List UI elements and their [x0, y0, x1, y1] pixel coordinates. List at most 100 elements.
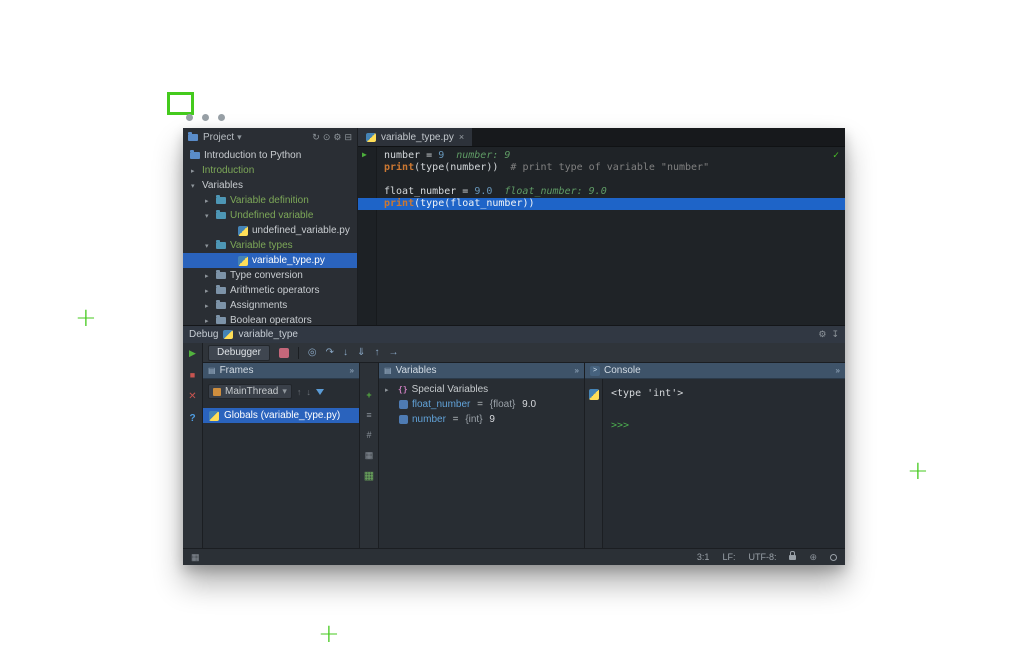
close-session-button[interactable]: ✕: [188, 391, 196, 402]
python-file-icon: [223, 330, 233, 339]
expand-arrow-icon[interactable]: ▸: [205, 197, 216, 205]
add-watch-icon[interactable]: +: [366, 391, 371, 400]
resume-button[interactable]: ▶: [189, 348, 196, 359]
thread-dropdown[interactable]: MainThread ▾: [208, 384, 292, 399]
tree-item-variables[interactable]: ▾ Variables: [183, 178, 357, 193]
encoding-indicator[interactable]: UTF-8:: [748, 552, 776, 562]
variables-icon: ▤: [384, 366, 392, 375]
pin-icon[interactable]: ▦: [365, 451, 374, 460]
help-button[interactable]: ?: [189, 413, 195, 424]
thread-icon: [213, 388, 221, 396]
tree-item-variable-type-file[interactable]: variable_type.py: [183, 253, 357, 268]
step-into-icon[interactable]: ↓: [343, 348, 348, 358]
console-tab-icon[interactable]: [279, 348, 289, 358]
toolwindow-switcher-icon[interactable]: ▦: [191, 553, 200, 562]
variables-header[interactable]: ▤ Variables »: [379, 363, 584, 379]
tree-item-boolean-operators[interactable]: ▸ Boolean operators: [183, 313, 357, 325]
tree-item-root[interactable]: Introduction to Python: [183, 148, 357, 163]
tree-item-undefined-variable[interactable]: ▾ Undefined variable: [183, 208, 357, 223]
project-tree: Introduction to Python ▸ Introduction ▾ …: [183, 147, 357, 325]
special-variables-row[interactable]: ▸ {} Special Variables: [379, 382, 584, 397]
step-over-icon[interactable]: ↷: [326, 348, 334, 358]
show-execution-point-icon[interactable]: ◎: [308, 348, 317, 358]
plus-decoration: +: [318, 621, 340, 647]
hide-panel-icon[interactable]: ↧: [831, 330, 839, 339]
tab-variable-type[interactable]: variable_type.py ×: [358, 128, 472, 146]
window-control-dot[interactable]: [218, 114, 225, 121]
expand-arrow-icon[interactable]: ▸: [205, 272, 216, 280]
tab-close-icon[interactable]: ×: [459, 132, 464, 142]
code-line: number = 9number: 9: [358, 150, 845, 162]
next-frame-icon[interactable]: ↓: [306, 387, 311, 397]
console-output-line: <type 'int'>: [611, 387, 683, 401]
python-console-icon[interactable]: [589, 389, 599, 400]
window-control-dot[interactable]: [186, 114, 193, 121]
expand-arrow-icon[interactable]: ▸: [205, 317, 216, 325]
code-editor[interactable]: ▶ number = 9number: 9 print(type(number)…: [358, 147, 845, 325]
tree-item-undefined-variable-file[interactable]: undefined_variable.py: [183, 223, 357, 238]
globe-icon[interactable]: ⊕: [809, 553, 817, 562]
variable-row-float-number[interactable]: float_number = {float} 9.0: [379, 397, 584, 412]
project-caret-icon[interactable]: ▾: [237, 133, 242, 142]
collapse-all-icon[interactable]: ⊟: [344, 133, 352, 142]
menu-icon[interactable]: ≡: [366, 411, 371, 420]
previous-frame-icon[interactable]: ↑: [297, 387, 302, 397]
code-line-current: print(type(float_number)): [358, 198, 845, 210]
gear-icon[interactable]: ⚙: [818, 330, 826, 339]
filter-icon[interactable]: [316, 389, 324, 395]
green-square-decoration: [167, 92, 194, 115]
panel-options-icon[interactable]: »: [836, 366, 840, 375]
console-output[interactable]: <type 'int'> >>>: [603, 379, 691, 548]
frames-header[interactable]: ▤ Frames »: [203, 363, 359, 379]
plus-decoration: +: [75, 305, 97, 331]
gear-icon[interactable]: ⚙: [333, 133, 341, 142]
frames-item-globals[interactable]: Globals (variable_type.py): [203, 408, 359, 423]
window-controls: [186, 114, 225, 121]
debug-left-toolbar: ▶ ■ ✕ ?: [183, 343, 203, 548]
panel-options-icon[interactable]: »: [575, 366, 579, 375]
collapse-arrow-icon[interactable]: ▾: [205, 242, 216, 250]
project-panel: Project ▾ ↻ ⊙ ⚙ ⊟ Introduction to Python…: [183, 128, 358, 325]
expand-arrow-icon[interactable]: ▸: [205, 302, 216, 310]
force-step-into-icon[interactable]: ⇓: [357, 348, 365, 358]
lock-icon[interactable]: [789, 555, 796, 560]
expand-arrow-icon[interactable]: ▸: [205, 287, 216, 295]
inspection-check-icon[interactable]: ✓: [833, 150, 839, 162]
python-file-icon: [238, 226, 248, 236]
tree-item-arithmetic-operators[interactable]: ▸ Arithmetic operators: [183, 283, 357, 298]
python-file-icon: [366, 133, 376, 142]
expand-arrow-icon[interactable]: ▸: [385, 386, 394, 394]
frames-panel: ▤ Frames » MainThread ▾ ↑: [203, 363, 360, 548]
tree-item-variable-definition[interactable]: ▸ Variable definition: [183, 193, 357, 208]
sync-icon[interactable]: ↻: [312, 133, 320, 142]
window-control-dot[interactable]: [202, 114, 209, 121]
collapse-arrow-icon[interactable]: ▾: [205, 212, 216, 220]
tree-item-type-conversion[interactable]: ▸ Type conversion: [183, 268, 357, 283]
tree-item-assignments[interactable]: ▸ Assignments: [183, 298, 357, 313]
step-out-icon[interactable]: ↑: [374, 348, 379, 358]
caret-position[interactable]: 3:1: [697, 552, 710, 562]
tree-item-variable-types[interactable]: ▾ Variable types: [183, 238, 357, 253]
debug-toolbar: Debugger ◎ ↷ ↓ ⇓ ↑ →: [203, 343, 845, 363]
panel-options-icon[interactable]: »: [350, 366, 354, 375]
collapse-arrow-icon[interactable]: ▾: [191, 182, 202, 190]
console-header[interactable]: > Console »: [585, 363, 845, 379]
locate-icon[interactable]: ⊙: [323, 133, 331, 142]
status-bar: ▦ 3:1 LF: UTF-8: ⊕: [183, 548, 845, 565]
console-prompt[interactable]: >>>: [611, 419, 683, 433]
stop-button[interactable]: ■: [190, 370, 195, 380]
python-file-icon: [238, 256, 248, 266]
restore-layout-icon[interactable]: ▦: [364, 471, 374, 482]
folder-icon: [216, 197, 226, 204]
tab-debugger[interactable]: Debugger: [208, 345, 270, 361]
folder-icon: [216, 317, 226, 324]
evaluate-icon[interactable]: #: [366, 431, 371, 440]
run-to-cursor-icon[interactable]: →: [388, 348, 398, 358]
notifications-icon[interactable]: [830, 554, 837, 561]
line-ending-indicator[interactable]: LF:: [722, 552, 735, 562]
variable-row-number[interactable]: number = {int} 9: [379, 412, 584, 427]
thread-row: MainThread ▾ ↑ ↓: [203, 379, 359, 399]
folder-icon: [216, 272, 226, 279]
expand-arrow-icon[interactable]: ▸: [191, 167, 202, 175]
tree-item-introduction[interactable]: ▸ Introduction: [183, 163, 357, 178]
